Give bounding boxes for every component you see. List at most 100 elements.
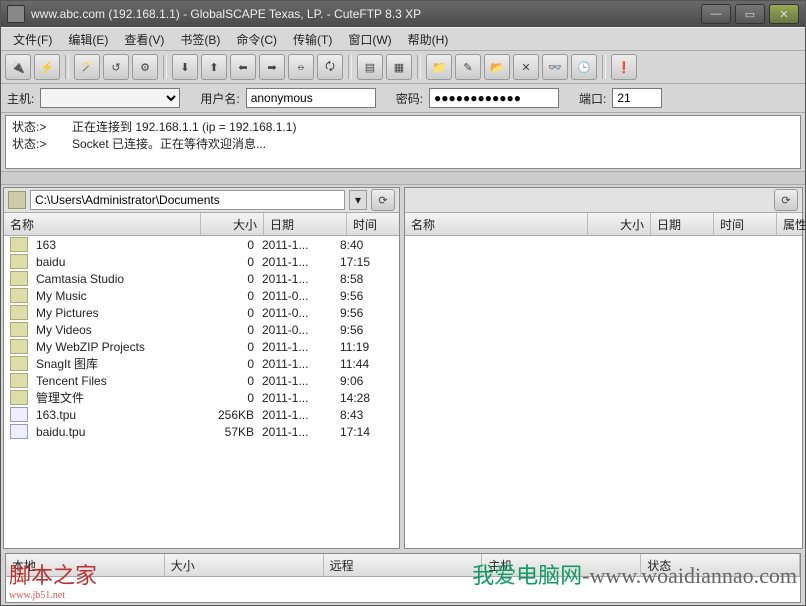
view-detail-icon[interactable]: ▦: [386, 54, 412, 80]
schedule-icon[interactable]: 🕒: [571, 54, 597, 80]
col-size[interactable]: 大小: [201, 213, 264, 235]
col-date[interactable]: 日期: [264, 213, 347, 235]
maximize-button[interactable]: ▭: [735, 4, 765, 24]
file-row[interactable]: 16302011-1...8:40: [4, 236, 399, 253]
status-log[interactable]: 状态:>正在连接到 192.168.1.1 (ip = 192.168.1.1)…: [5, 115, 801, 169]
password-input[interactable]: [429, 88, 559, 108]
splitter-h[interactable]: [1, 171, 805, 185]
file-date: 2011-1...: [258, 374, 336, 388]
file-row[interactable]: My Videos02011-0...9:56: [4, 321, 399, 338]
delete-icon[interactable]: ✕: [513, 54, 539, 80]
file-row[interactable]: Camtasia Studio02011-1...8:58: [4, 270, 399, 287]
back-icon[interactable]: ⬅: [230, 54, 256, 80]
menu-view[interactable]: 查看(V): [116, 31, 172, 48]
open-icon[interactable]: 📂: [484, 54, 510, 80]
local-filelist[interactable]: 16302011-1...8:40baidu02011-1...17:15Cam…: [4, 236, 399, 548]
window-title: www.abc.com (192.168.1.1) - GlobalSCAPE …: [31, 7, 697, 21]
newfolder-icon[interactable]: 📁: [426, 54, 452, 80]
file-size: 0: [200, 289, 258, 303]
refresh-local-icon[interactable]: ⟳: [371, 189, 395, 211]
col-size[interactable]: 大小: [588, 213, 651, 235]
file-row[interactable]: 管理文件02011-1...14:28: [4, 389, 399, 406]
connect-icon[interactable]: 🔌: [5, 54, 31, 80]
file-time: 8:43: [336, 408, 394, 422]
col-local[interactable]: 本地: [6, 554, 165, 576]
menu-bookmark[interactable]: 书签(B): [172, 31, 228, 48]
remote-filelist[interactable]: [405, 236, 802, 548]
folder-icon: [10, 288, 28, 303]
col-name[interactable]: 名称: [4, 213, 201, 235]
remote-pathbar: ⟳: [405, 188, 802, 213]
path-dropdown-icon[interactable]: ▾: [349, 190, 367, 210]
menu-transfer[interactable]: 传输(T): [285, 31, 340, 48]
menu-command[interactable]: 命令(C): [228, 31, 285, 48]
file-date: 2011-1...: [258, 238, 336, 252]
col-host[interactable]: 主机: [482, 554, 641, 576]
help-icon[interactable]: ❗: [611, 54, 637, 80]
col-size[interactable]: 大小: [165, 554, 324, 576]
file-name: 163.tpu: [32, 408, 200, 422]
port-label: 端口:: [579, 90, 606, 107]
file-size: 256KB: [200, 408, 258, 422]
file-date: 2011-0...: [258, 323, 336, 337]
file-name: baidu: [32, 255, 200, 269]
tool-icon[interactable]: ⚙: [132, 54, 158, 80]
file-row[interactable]: Tencent Files02011-1...9:06: [4, 372, 399, 389]
quickconnect-icon[interactable]: ⚡: [34, 54, 60, 80]
file-row[interactable]: My Pictures02011-0...9:56: [4, 304, 399, 321]
col-date[interactable]: 日期: [651, 213, 714, 235]
file-date: 2011-1...: [258, 255, 336, 269]
close-button[interactable]: ✕: [769, 4, 799, 24]
reconnect-icon[interactable]: ↺: [103, 54, 129, 80]
refresh-icon[interactable]: 🗘: [317, 54, 343, 80]
col-time[interactable]: 时间: [347, 213, 410, 235]
local-path-input[interactable]: [30, 190, 345, 210]
col-remote[interactable]: 远程: [324, 554, 483, 576]
upload-icon[interactable]: ⬆: [201, 54, 227, 80]
file-row[interactable]: SnagIt 图库02011-1...11:44: [4, 355, 399, 372]
separator: [163, 55, 167, 79]
file-row[interactable]: baidu.tpu57KB2011-1...17:14: [4, 423, 399, 440]
menu-edit[interactable]: 编辑(E): [60, 31, 116, 48]
file-row[interactable]: 163.tpu256KB2011-1...8:43: [4, 406, 399, 423]
stop-icon[interactable]: ⦵: [288, 54, 314, 80]
col-time[interactable]: 时间: [714, 213, 777, 235]
folder-icon: [10, 305, 28, 320]
file-size: 57KB: [200, 425, 258, 439]
view-list-icon[interactable]: ▤: [357, 54, 383, 80]
file-row[interactable]: My Music02011-0...9:56: [4, 287, 399, 304]
download-icon[interactable]: ⬇: [172, 54, 198, 80]
file-row[interactable]: My WebZIP Projects02011-1...11:19: [4, 338, 399, 355]
file-name: SnagIt 图库: [32, 355, 200, 372]
username-input[interactable]: [246, 88, 376, 108]
edit-icon[interactable]: ✎: [455, 54, 481, 80]
log-prefix: 状态:>: [12, 135, 72, 152]
col-attr[interactable]: 属性: [777, 213, 806, 235]
folder-icon: [10, 356, 28, 371]
connection-bar: 主机: 用户名: 密码: 端口:: [1, 84, 805, 113]
port-input[interactable]: [612, 88, 662, 108]
pass-label: 密码:: [396, 90, 423, 107]
forward-icon[interactable]: ➡: [259, 54, 285, 80]
wizard-icon[interactable]: 🪄: [74, 54, 100, 80]
col-name[interactable]: 名称: [405, 213, 588, 235]
refresh-remote-icon[interactable]: ⟳: [774, 189, 798, 211]
host-input[interactable]: [40, 88, 180, 108]
col-status[interactable]: 状态: [641, 554, 800, 576]
transfer-queue: 本地 大小 远程 主机 状态: [5, 553, 801, 603]
log-line: Socket 已连接。正在等待欢迎消息...: [72, 137, 266, 151]
menu-window[interactable]: 窗口(W): [340, 31, 399, 48]
user-label: 用户名:: [200, 90, 239, 107]
log-line: 正在连接到 192.168.1.1 (ip = 192.168.1.1): [72, 120, 296, 134]
titlebar[interactable]: www.abc.com (192.168.1.1) - GlobalSCAPE …: [1, 1, 805, 27]
file-size: 0: [200, 272, 258, 286]
file-row[interactable]: baidu02011-1...17:15: [4, 253, 399, 270]
menu-help[interactable]: 帮助(H): [400, 31, 457, 48]
minimize-button[interactable]: —: [701, 4, 731, 24]
menu-file[interactable]: 文件(F): [5, 31, 60, 48]
search-icon[interactable]: 👓: [542, 54, 568, 80]
file-time: 17:14: [336, 425, 394, 439]
file-date: 2011-1...: [258, 391, 336, 405]
file-size: 0: [200, 323, 258, 337]
folder-icon: [10, 339, 28, 354]
